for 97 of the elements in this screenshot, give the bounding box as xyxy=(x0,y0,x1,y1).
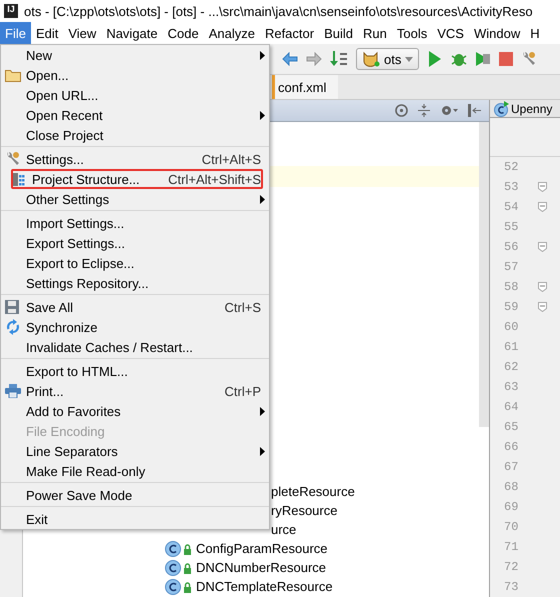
line-number: 54 xyxy=(504,200,518,214)
menu-bar-item[interactable]: Navigate xyxy=(101,22,163,44)
fold-icon[interactable] xyxy=(538,182,548,192)
menu-bar-item[interactable]: Code xyxy=(162,22,204,44)
tree-item[interactable]: ryResource xyxy=(271,503,338,518)
gear-icon[interactable] xyxy=(440,104,458,117)
fold-icon[interactable] xyxy=(538,302,548,312)
menu-item[interactable]: Open Recent xyxy=(1,105,269,125)
menu-bar-item[interactable]: Run xyxy=(358,22,392,44)
menu-bar-item[interactable]: Window xyxy=(468,22,526,44)
fold-icon[interactable] xyxy=(538,242,548,252)
line-number: 69 xyxy=(504,500,518,514)
tree-item[interactable]: DNCNumberResource xyxy=(196,560,326,575)
line-number: 70 xyxy=(504,520,518,534)
line-number: 58 xyxy=(504,280,518,294)
editor-tab[interactable]: Upenny xyxy=(490,100,560,118)
menu-item[interactable]: Settings... Ctrl+Alt+S xyxy=(1,149,269,169)
class-icon xyxy=(165,560,193,576)
wrench-icon xyxy=(5,151,21,167)
menu-item[interactable]: Save All Ctrl+S xyxy=(1,297,269,317)
menu-bar-item[interactable]: Tools xyxy=(392,22,432,44)
class-icon xyxy=(165,540,193,556)
window-title: ots - [C:\zpp\ots\ots\ots] - [ots] - ...\src\main\java\cn\senseinfo\ots\resources\ActivityReso xyxy=(24,4,533,18)
scrollbar-thumb[interactable] xyxy=(479,122,489,427)
wrench-icon[interactable] xyxy=(521,51,538,67)
tree-item[interactable]: ConfigParamResource xyxy=(196,541,328,556)
line-number: 55 xyxy=(504,220,518,234)
line-number: 72 xyxy=(504,560,518,574)
coverage-icon[interactable] xyxy=(475,51,492,67)
menu-item[interactable]: Settings Repository... xyxy=(1,273,269,293)
back-arrow-icon[interactable] xyxy=(282,52,298,66)
folder-icon xyxy=(5,68,21,82)
line-number: 60 xyxy=(504,320,518,334)
menu-item[interactable]: Project Structure... Ctrl+Alt+Shift+S xyxy=(11,169,263,189)
line-number: 56 xyxy=(504,240,518,254)
menu-item[interactable]: Print... Ctrl+P xyxy=(1,381,269,401)
caret-icon xyxy=(405,56,414,62)
menu-bar-item[interactable]: Analyze xyxy=(204,22,260,44)
collapse-icon[interactable] xyxy=(418,104,430,117)
run-icon[interactable] xyxy=(427,51,444,67)
line-number: 65 xyxy=(504,420,518,434)
menu-item[interactable]: Invalidate Caches / Restart... xyxy=(1,337,269,357)
cat-icon xyxy=(362,51,380,67)
line-number: 59 xyxy=(504,300,518,314)
forward-arrow-icon[interactable] xyxy=(306,52,322,66)
menu-bar-item[interactable]: Refactor xyxy=(260,22,320,44)
menu-item[interactable]: Close Project xyxy=(1,125,269,145)
breadcrumb-tab[interactable]: conf.xml xyxy=(272,75,338,99)
menu-bar-item[interactable]: Edit xyxy=(30,22,64,44)
menu-item[interactable]: Make File Read-only xyxy=(1,461,269,481)
run-config-dropdown[interactable]: ots xyxy=(356,48,420,70)
app-logo: IJ xyxy=(4,4,18,18)
line-number: 62 xyxy=(504,360,518,374)
grid-icon xyxy=(11,171,25,187)
fold-icon[interactable] xyxy=(538,202,548,212)
line-number: 66 xyxy=(504,440,518,454)
fold-icon[interactable] xyxy=(538,282,548,292)
line-number: 68 xyxy=(504,480,518,494)
menu-item[interactable]: Add to Favorites xyxy=(1,401,269,421)
menu-bar-item[interactable]: File xyxy=(0,22,31,44)
menu-bar-item[interactable]: Build xyxy=(319,22,358,44)
line-number: 57 xyxy=(504,260,518,274)
menu-item[interactable]: Exit xyxy=(1,509,269,529)
menu-item[interactable]: Export Settings... xyxy=(1,233,269,253)
line-number: 67 xyxy=(504,460,518,474)
tree-item[interactable]: urce xyxy=(271,522,296,537)
menu-item[interactable]: Import Settings... xyxy=(1,213,269,233)
floppy-icon xyxy=(5,300,19,314)
menu-bar-item[interactable]: VCS xyxy=(432,22,469,44)
class-icon xyxy=(165,578,193,594)
tree-item[interactable]: DNCTemplateResource xyxy=(196,579,333,594)
target-icon[interactable] xyxy=(395,104,408,117)
line-number: 64 xyxy=(504,400,518,414)
stop-icon[interactable] xyxy=(499,52,514,66)
menu-item[interactable]: Line Separators xyxy=(1,441,269,461)
hide-panel-icon[interactable] xyxy=(468,104,481,117)
line-number: 63 xyxy=(504,380,518,394)
menu-item[interactable]: Other Settings xyxy=(1,189,269,209)
line-number: 73 xyxy=(504,580,518,594)
class-icon xyxy=(493,100,509,116)
line-number: 53 xyxy=(504,180,518,194)
printer-icon xyxy=(5,384,21,398)
menu-item[interactable]: Synchronize xyxy=(1,317,269,337)
line-number: 71 xyxy=(504,540,518,554)
menu-item[interactable]: Open... xyxy=(1,65,269,85)
bug-icon[interactable] xyxy=(451,51,468,67)
menu-item[interactable]: Power Save Mode xyxy=(1,485,269,505)
menu-item[interactable]: New xyxy=(1,45,269,65)
tree-item[interactable]: pleteResource xyxy=(271,484,355,499)
menu-bar-item[interactable]: View xyxy=(63,22,102,44)
menu-bar-item[interactable]: H xyxy=(525,22,545,44)
line-number: 52 xyxy=(504,160,518,174)
menu-item[interactable]: Open URL... xyxy=(1,85,269,105)
sync-icon xyxy=(5,319,21,335)
menu-item[interactable]: Export to Eclipse... xyxy=(1,253,269,273)
line-number: 61 xyxy=(504,340,518,354)
menu-item[interactable]: Export to HTML... xyxy=(1,361,269,381)
